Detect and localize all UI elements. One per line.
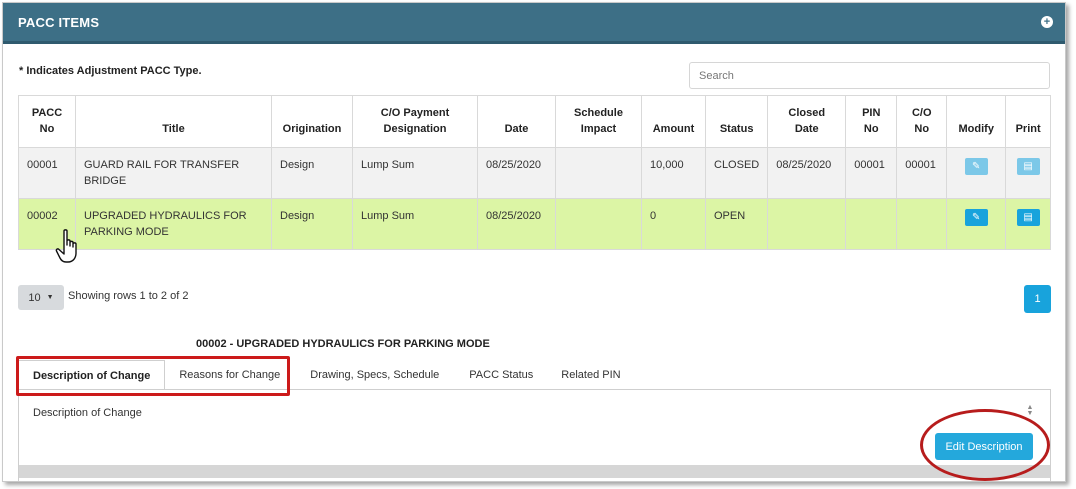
panel-footer-bar	[19, 465, 1050, 478]
plus-circle-icon[interactable]: +	[1041, 16, 1053, 28]
selected-item-title: 00002 - UPGRADED HYDRAULICS FOR PARKING …	[196, 338, 490, 350]
description-label: Description of Change	[33, 407, 142, 419]
cell-pin-no: 00001	[845, 147, 898, 199]
tab-drawing-specs-schedule[interactable]: Drawing, Specs, Schedule	[296, 360, 453, 390]
page-size-value: 10	[28, 291, 41, 304]
edit-description-button[interactable]: Edit Description	[935, 433, 1033, 460]
cell-print: ▤	[1005, 198, 1051, 250]
col-modify: Modify	[946, 95, 1007, 148]
hand-pointer-icon	[55, 229, 77, 263]
tab-related-pin[interactable]: Related PIN	[547, 360, 634, 390]
cell-co-payment: Lump Sum	[352, 198, 478, 250]
col-co-payment[interactable]: C/O Payment Designation	[352, 95, 478, 148]
cell-co-no: 00001	[896, 147, 948, 199]
tab-description-of-change[interactable]: Description of Change	[18, 360, 166, 390]
cell-co-no	[896, 198, 948, 250]
adjustment-note: * Indicates Adjustment PACC Type.	[19, 65, 202, 77]
cell-date: 08/25/2020	[477, 147, 556, 199]
col-print: Print	[1005, 95, 1051, 148]
col-pin-no[interactable]: PIN No	[845, 95, 898, 148]
pacc-table: PACC No Title Origination C/O Payment Desi…	[18, 95, 1051, 250]
description-panel: Description of Change ▲ ▼	[18, 389, 1051, 481]
tab-reasons-for-change[interactable]: Reasons for Change	[165, 360, 294, 390]
cell-pin-no	[845, 198, 898, 250]
cell-co-payment: Lump Sum	[352, 147, 478, 199]
panel-header: PACC ITEMS +	[3, 3, 1065, 44]
caret-down-icon: ▼	[46, 294, 54, 301]
cell-closed-date: 08/25/2020	[767, 147, 847, 199]
cell-pacc-no: 00001	[18, 147, 76, 199]
col-amount[interactable]: Amount	[641, 95, 706, 148]
cell-title: UPGRADED HYDRAULICS FOR PARKING MODE	[75, 198, 272, 250]
col-closed-date[interactable]: Closed Date	[767, 95, 847, 148]
table-row[interactable]: 00001 GUARD RAIL FOR TRANSFER BRIDGE Des…	[18, 147, 1051, 199]
cell-schedule-impact	[555, 198, 642, 250]
cell-modify: ✎	[946, 147, 1007, 199]
cell-schedule-impact	[555, 147, 642, 199]
table-row[interactable]: 00002 UPGRADED HYDRAULICS FOR PARKING MO…	[18, 198, 1051, 250]
cell-status: CLOSED	[704, 147, 769, 199]
edit-icon[interactable]: ✎	[964, 158, 988, 175]
page-size-dropdown[interactable]: 10 ▼	[18, 285, 64, 310]
cell-origination: Design	[271, 198, 353, 250]
cell-title: GUARD RAIL FOR TRANSFER BRIDGE	[75, 147, 272, 199]
cell-print: ▤	[1005, 147, 1051, 199]
col-schedule-impact[interactable]: Schedule Impact	[555, 95, 642, 148]
pacc-items-panel: PACC ITEMS + * Indicates Adjustment PACC…	[2, 2, 1066, 482]
cell-status: OPEN	[704, 198, 769, 250]
col-origination[interactable]: Origination	[271, 95, 353, 148]
rows-showing-text: Showing rows 1 to 2 of 2	[68, 290, 189, 302]
cell-origination: Design	[271, 147, 353, 199]
cell-amount: 10,000	[641, 147, 706, 199]
col-co-no[interactable]: C/O No	[896, 95, 948, 148]
page-button-1[interactable]: 1	[1024, 285, 1051, 313]
col-status[interactable]: Status	[704, 95, 769, 148]
print-icon[interactable]: ▤	[1016, 209, 1040, 226]
cell-date: 08/25/2020	[477, 198, 556, 250]
tab-pacc-status[interactable]: PACC Status	[455, 360, 547, 390]
col-pacc-no[interactable]: PACC No	[18, 95, 76, 148]
col-title[interactable]: Title	[75, 95, 272, 148]
cell-amount: 0	[641, 198, 706, 250]
cell-modify: ✎	[946, 198, 1007, 250]
detail-tabs: Description of Change Reasons for Change…	[18, 360, 635, 390]
search-input[interactable]	[689, 62, 1050, 89]
col-date[interactable]: Date	[477, 95, 556, 148]
table-header-row: PACC No Title Origination C/O Payment Desi…	[18, 95, 1051, 148]
scroll-arrows-icon[interactable]: ▲ ▼	[1024, 404, 1036, 419]
edit-icon[interactable]: ✎	[964, 209, 988, 226]
panel-title: PACC ITEMS	[18, 14, 100, 30]
cell-closed-date	[767, 198, 847, 250]
print-icon[interactable]: ▤	[1016, 158, 1040, 175]
